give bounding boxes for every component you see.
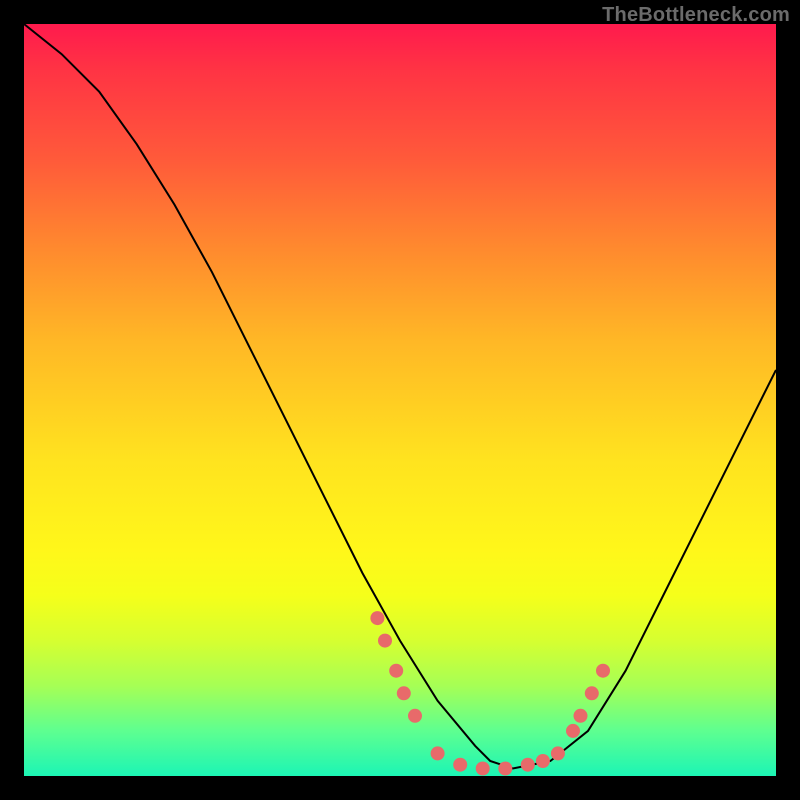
heat-gradient-background (24, 24, 776, 776)
watermark-label: TheBottleneck.com (602, 4, 790, 27)
chart-stage: TheBottleneck.com (0, 0, 800, 800)
